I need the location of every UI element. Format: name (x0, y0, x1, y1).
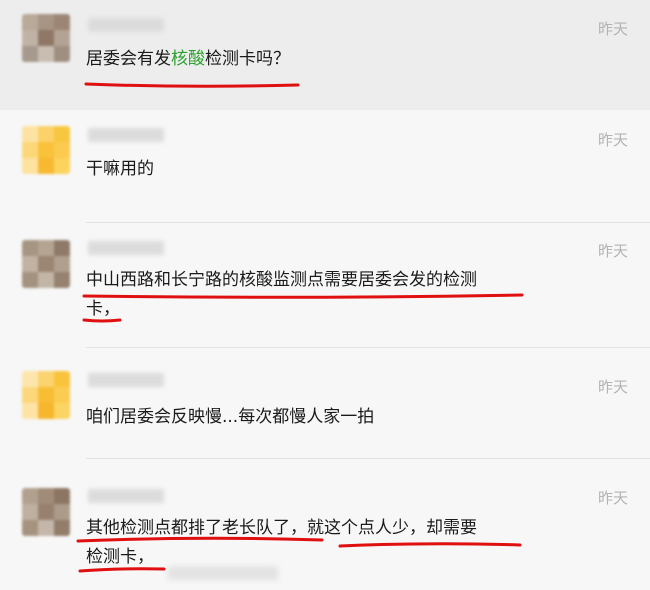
comment-text-line: 卡， (86, 299, 120, 319)
comment-text: 咱们居委会反映慢...每次都慢人家一拍 (86, 407, 375, 427)
comment-text: 干嘛用的 (86, 159, 154, 179)
comment-text-line: 检测卡， (86, 547, 154, 567)
username-blurred (88, 18, 164, 32)
comment-time: 昨天 (597, 378, 628, 396)
username-blurred (88, 373, 164, 387)
username-blurred (88, 241, 164, 255)
comment-text-post: 检测卡吗？ (205, 49, 290, 69)
comment-text: 其他检测点都排了老长队了，就这个点人少，却需要 检测卡， (86, 514, 546, 572)
comment-text-line: 中山西路和长宁路的核酸监测点需要居委会发的检测 (86, 270, 477, 290)
username-blurred (88, 489, 164, 503)
comment-item[interactable]: 昨天 中山西路和长宁路的核酸监测点需要居委会发的检测 卡， (0, 223, 650, 347)
blurred-content (168, 566, 278, 580)
avatar[interactable] (22, 14, 70, 62)
comment-text: 中山西路和长宁路的核酸监测点需要居委会发的检测 卡， (86, 266, 546, 324)
comment-item[interactable]: 昨天 干嘛用的 (0, 110, 650, 222)
avatar[interactable] (22, 488, 70, 536)
avatar[interactable] (22, 126, 70, 174)
comment-text: 居委会有发核酸检测卡吗？ (86, 45, 546, 74)
comment-time: 昨天 (597, 131, 628, 149)
comment-text-line: 其他检测点都排了老长队了，就这个点人少，却需要 (86, 518, 477, 538)
comment-item[interactable]: 昨天 咱们居委会反映慢...每次都慢人家一拍 (0, 348, 650, 458)
avatar[interactable] (22, 371, 70, 419)
comment-text-highlight: 核酸 (171, 49, 205, 69)
avatar[interactable] (22, 240, 70, 288)
comment-text-pre: 居委会有发 (86, 49, 171, 69)
comment-time: 昨天 (597, 20, 628, 38)
comment-list: 昨天 居委会有发核酸检测卡吗？ 昨天 干嘛用的 昨天 中山西路和长宁路的核酸监测… (0, 0, 650, 590)
username-blurred (88, 128, 164, 142)
comment-time: 昨天 (597, 489, 628, 507)
comment-item[interactable]: 昨天 其他检测点都排了老长队了，就这个点人少，却需要 检测卡， (0, 459, 650, 590)
comment-item[interactable]: 昨天 居委会有发核酸检测卡吗？ (0, 0, 650, 110)
comment-time: 昨天 (597, 242, 628, 260)
